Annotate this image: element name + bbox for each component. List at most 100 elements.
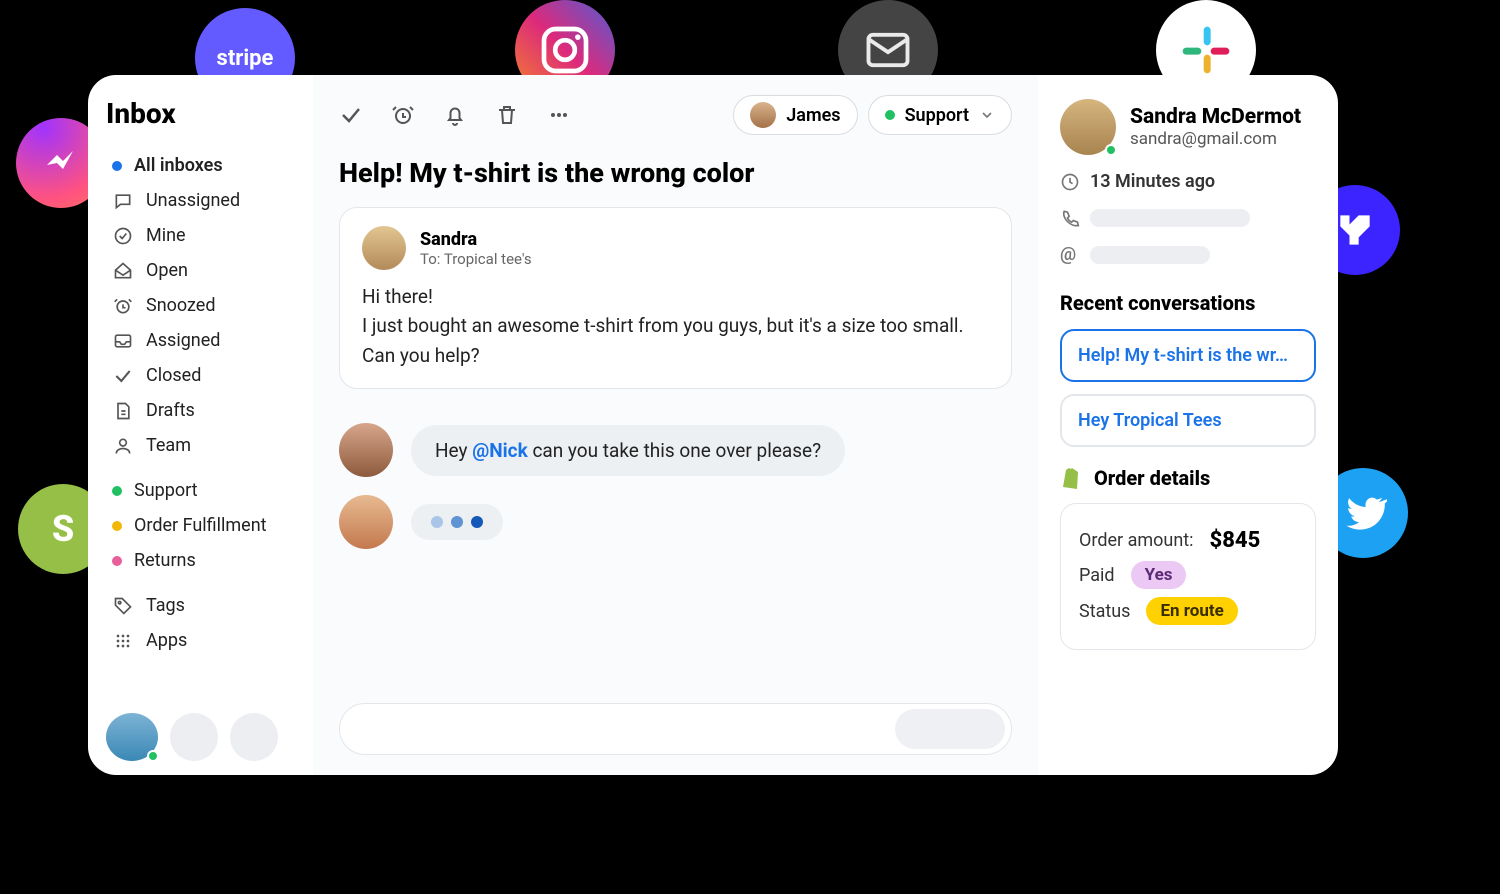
paid-badge: Yes: [1131, 561, 1187, 589]
mention[interactable]: @Nick: [472, 439, 528, 462]
sidebar-group-order-fulfillment[interactable]: Order Fulfillment: [106, 508, 301, 543]
sender-name: Sandra: [420, 229, 532, 250]
sender-avatar: [362, 226, 406, 270]
sidebar-item-label: All inboxes: [134, 155, 223, 176]
sidebar-item-label: Mine: [146, 225, 186, 246]
tray-icon: [112, 331, 134, 351]
presence-avatars: [106, 713, 278, 761]
recent-conversation-item[interactable]: Help! My t-shirt is the wr…: [1060, 329, 1316, 382]
sidebar-item-label: Assigned: [146, 330, 220, 351]
conversation-pane: James Support Help! My t-shirt is the wr…: [313, 75, 1038, 775]
sidebar-item-label: Tags: [146, 595, 185, 616]
placeholder-line: [1090, 209, 1250, 227]
sidebar-item-label: Support: [134, 480, 198, 501]
recipient-line: To: Tropical tee's: [420, 250, 532, 268]
team-label: Support: [905, 105, 969, 126]
person-icon: [112, 436, 134, 456]
order-details-heading: Order details: [1060, 465, 1316, 491]
sidebar-item-label: Returns: [134, 550, 196, 571]
sidebar-item-label: Apps: [146, 630, 187, 651]
check-circle-icon: [112, 226, 134, 246]
assignee-name: James: [786, 105, 840, 126]
sidebar-group-returns[interactable]: Returns: [106, 543, 301, 578]
customer-message: Sandra To: Tropical tee's Hi there! I ju…: [339, 207, 1012, 389]
sidebar-item-open[interactable]: Open: [106, 253, 301, 288]
sidebar-item-assigned[interactable]: Assigned: [106, 323, 301, 358]
sidebar-item-label: Snoozed: [146, 295, 216, 316]
sidebar-title: Inbox: [106, 97, 301, 130]
sidebar-item-label: Unassigned: [146, 190, 240, 211]
conversation-title: Help! My t-shirt is the wrong color: [339, 157, 1012, 189]
order-status-label: Status: [1079, 601, 1130, 622]
chevron-down-icon: [979, 107, 995, 123]
team-picker[interactable]: Support: [868, 95, 1012, 135]
snooze-button[interactable]: [391, 103, 415, 127]
phone-icon: [1060, 208, 1080, 228]
note-bubble: Hey @Nick can you take this one over ple…: [411, 425, 845, 476]
sidebar-item-label: Order Fulfillment: [134, 515, 267, 536]
tag-icon: [112, 596, 134, 616]
sidebar: Inbox All inboxes Unassigned Mine Open S…: [88, 75, 313, 775]
shopify-icon: [1060, 465, 1084, 491]
at-icon: @: [1060, 244, 1080, 265]
conversation-toolbar: James Support: [339, 95, 1012, 135]
message-body: Hi there! I just bought an awesome t-shi…: [362, 282, 989, 370]
sidebar-item-label: Team: [146, 435, 191, 456]
recent-conversation-item[interactable]: Hey Tropical Tees: [1060, 394, 1316, 447]
sidebar-item-team[interactable]: Team: [106, 428, 301, 463]
last-seen: 13 Minutes ago: [1060, 171, 1316, 192]
typing-indicator: [339, 495, 1012, 549]
reply-composer[interactable]: [339, 703, 1012, 755]
status-badge: En route: [1146, 597, 1237, 625]
send-button[interactable]: [895, 709, 1005, 749]
sidebar-item-mine[interactable]: Mine: [106, 218, 301, 253]
app-window: Inbox All inboxes Unassigned Mine Open S…: [88, 75, 1338, 775]
typing-avatar: [339, 495, 393, 549]
sidebar-item-all-inboxes[interactable]: All inboxes: [106, 148, 301, 183]
avatar-self[interactable]: [106, 713, 158, 761]
order-paid-label: Paid: [1079, 565, 1115, 586]
dot-icon: [112, 521, 122, 531]
notifications-button[interactable]: [443, 103, 467, 127]
customer-name: Sandra McDermot: [1130, 105, 1301, 129]
sidebar-item-unassigned[interactable]: Unassigned: [106, 183, 301, 218]
presence-dot-icon: [1105, 144, 1117, 156]
sidebar-item-label: Closed: [146, 365, 201, 386]
inbox-open-icon: [112, 261, 134, 281]
dot-icon: [471, 516, 483, 528]
sidebar-item-drafts[interactable]: Drafts: [106, 393, 301, 428]
resolve-button[interactable]: [339, 103, 363, 127]
customer-panel: Sandra McDermot sandra@gmail.com 13 Minu…: [1038, 75, 1338, 775]
note-author-avatar: [339, 423, 393, 477]
presence-dot-icon: [147, 750, 159, 762]
avatar-placeholder[interactable]: [230, 713, 278, 761]
draft-icon: [112, 401, 134, 421]
order-amount-label: Order amount:: [1079, 530, 1194, 551]
dot-icon: [112, 486, 122, 496]
sidebar-item-closed[interactable]: Closed: [106, 358, 301, 393]
dot-icon: [112, 556, 122, 566]
internal-note: Hey @Nick can you take this one over ple…: [339, 423, 1012, 477]
sidebar-apps[interactable]: Apps: [106, 623, 301, 658]
avatar-icon: [750, 102, 776, 128]
sidebar-group-support[interactable]: Support: [106, 473, 301, 508]
sidebar-item-snoozed[interactable]: Snoozed: [106, 288, 301, 323]
customer-email: sandra@gmail.com: [1130, 129, 1301, 149]
sidebar-item-label: Drafts: [146, 400, 195, 421]
order-card: Order amount: $845 Paid Yes Status En ro…: [1060, 503, 1316, 650]
sidebar-tags[interactable]: Tags: [106, 588, 301, 623]
assignee-picker[interactable]: James: [733, 95, 857, 135]
order-amount-value: $845: [1210, 528, 1261, 553]
alarm-icon: [112, 296, 134, 316]
check-icon: [112, 366, 134, 386]
dot-icon: [885, 110, 895, 120]
delete-button[interactable]: [495, 103, 519, 127]
typing-bubble: [411, 504, 503, 540]
recent-conversations-heading: Recent conversations: [1060, 291, 1316, 315]
dot-icon: [451, 516, 463, 528]
more-button[interactable]: [547, 103, 571, 127]
avatar-placeholder[interactable]: [170, 713, 218, 761]
dot-icon: [112, 161, 122, 171]
customer-at: @: [1060, 244, 1316, 265]
dot-icon: [431, 516, 443, 528]
